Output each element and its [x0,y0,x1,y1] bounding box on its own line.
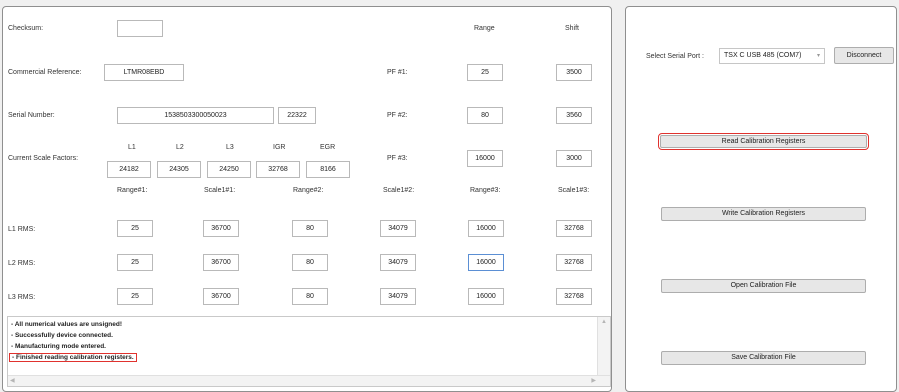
l2-range1-field[interactable]: 25 [117,254,153,271]
rms-header-scale3: Scale1#3: [558,187,590,194]
l1-scale1-field[interactable]: 36700 [203,220,239,237]
l2-scale1-field[interactable]: 36700 [203,254,239,271]
log-line-highlighted: - Finished reading calibration registers… [9,353,137,362]
open-calibration-file-button[interactable]: Open Calibration File [661,279,866,293]
scale-l1-field[interactable]: 24182 [107,161,151,178]
rms-header-range2: Range#2: [293,187,324,194]
scroll-up-icon[interactable]: ▲ [601,319,607,325]
log-line: - Manufacturing mode entered. [11,343,106,350]
scale-header-l1: L1 [128,144,136,151]
l3-scale2-field[interactable]: 34079 [380,288,416,305]
scale-l3-field[interactable]: 24250 [207,161,251,178]
commercial-reference-label: Commercial Reference: [8,69,82,76]
l3-range3-field[interactable]: 16000 [468,288,504,305]
pf3-shift-field[interactable]: 3000 [556,150,592,167]
rms-header-range1: Range#1: [117,187,148,194]
read-calibration-registers-button[interactable]: Read Calibration Registers [658,133,869,150]
l1-scale3-field[interactable]: 32768 [556,220,592,237]
serial-number-extra-field[interactable]: 22322 [278,107,316,124]
range-header: Range [474,25,495,32]
disconnect-button[interactable]: Disconnect [834,47,894,64]
pf2-label: PF #2: [387,112,408,119]
pf3-label: PF #3: [387,155,408,162]
l1-scale2-field[interactable]: 34079 [380,220,416,237]
write-calibration-registers-button[interactable]: Write Calibration Registers [661,207,866,221]
commercial-reference-field[interactable]: LTMR08EBD [104,64,184,81]
l2-range3-field[interactable]: 16000 [468,254,504,271]
log-line: - Successfully device connected. [11,332,113,339]
serial-port-value: TSX C USB 485 (COM7) [724,52,802,59]
serial-number-label: Serial Number: [8,112,55,119]
l3-range1-field[interactable]: 25 [117,288,153,305]
pf3-range-field[interactable]: 16000 [467,150,503,167]
scroll-left-icon[interactable]: ◀ [10,378,15,384]
log-output[interactable]: - All numerical values are unsigned! - S… [7,316,611,387]
current-scale-factors-label: Current Scale Factors: [8,155,79,162]
checksum-field[interactable] [117,20,163,37]
l1-range1-field[interactable]: 25 [117,220,153,237]
pf1-shift-field[interactable]: 3500 [556,64,592,81]
pf2-range-field[interactable]: 80 [467,107,503,124]
save-calibration-file-button[interactable]: Save Calibration File [661,351,866,365]
pf2-shift-field[interactable]: 3560 [556,107,592,124]
l3-range2-field[interactable]: 80 [292,288,328,305]
scale-header-l2: L2 [176,144,184,151]
scale-l2-field[interactable]: 24305 [157,161,201,178]
scale-header-egr: EGR [320,144,336,151]
rms-header-scale1: Scale1#1: [204,187,236,194]
shift-header: Shift [565,25,580,32]
pf1-range-field[interactable]: 25 [467,64,503,81]
l1-range3-field[interactable]: 16000 [468,220,504,237]
serial-port-select[interactable]: TSX C USB 485 (COM7) ▾ [719,48,825,64]
l2-rms-label: L2 RMS: [8,260,36,267]
l2-scale3-field[interactable]: 32768 [556,254,592,271]
pf1-label: PF #1: [387,69,408,76]
l2-range2-field[interactable]: 80 [292,254,328,271]
rms-header-scale2: Scale1#2: [383,187,415,194]
l3-scale3-field[interactable]: 32768 [556,288,592,305]
l3-scale1-field[interactable]: 36700 [203,288,239,305]
checksum-label: Checksum: [8,25,44,32]
scale-header-igr: IGR [273,144,286,151]
serial-number-field[interactable]: 1538503300050023 [117,107,274,124]
scale-igr-field[interactable]: 32768 [256,161,300,178]
rms-header-range3: Range#3: [470,187,501,194]
log-line: - All numerical values are unsigned! [11,321,123,328]
chevron-down-icon: ▾ [816,53,820,59]
serial-port-label: Select Serial Port : [646,53,704,60]
l1-range2-field[interactable]: 80 [292,220,328,237]
l2-scale2-field[interactable]: 34079 [380,254,416,271]
log-horizontal-scrollbar[interactable]: ◀ ▶ [8,375,610,386]
scroll-right-icon[interactable]: ▶ [591,378,596,384]
l1-rms-label: L1 RMS: [8,226,36,233]
scale-egr-field[interactable]: 8166 [306,161,350,178]
scale-header-l3: L3 [226,144,234,151]
l3-rms-label: L3 RMS: [8,294,36,301]
